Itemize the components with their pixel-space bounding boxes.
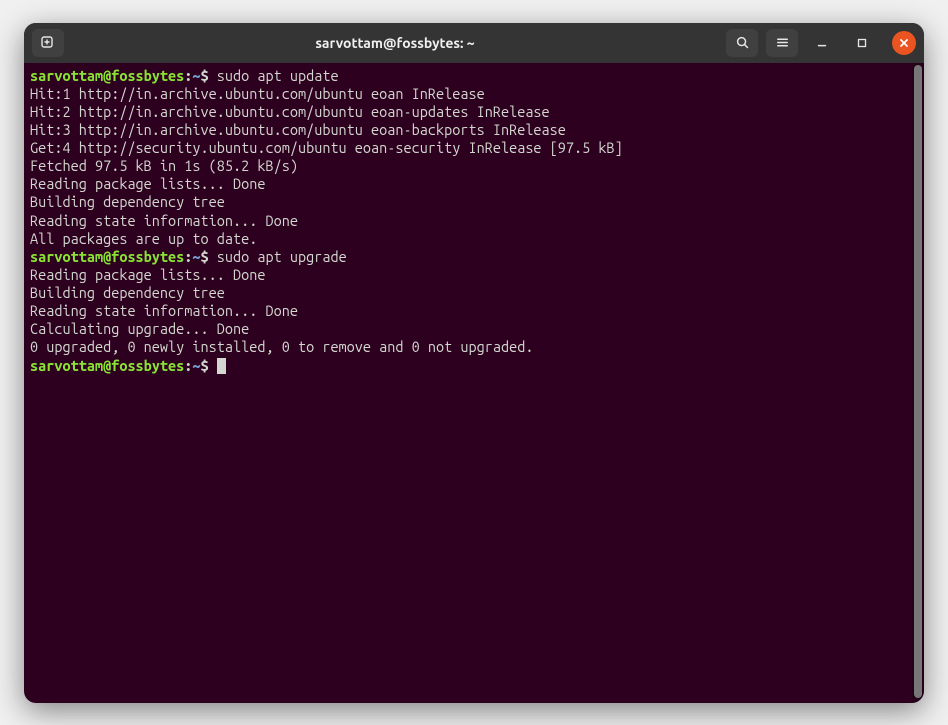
titlebar: sarvottam@fossbytes: ~ — [24, 23, 924, 63]
search-button[interactable] — [726, 29, 758, 57]
output-line: Fetched 97.5 kB in 1s (85.2 kB/s) — [30, 157, 298, 174]
cursor — [217, 358, 226, 374]
scrollbar-thumb[interactable] — [914, 65, 922, 699]
output-line: Building dependency tree — [30, 284, 225, 301]
prompt-user-host: sarvottam@fossbytes — [30, 67, 184, 84]
output-line: Reading state information... Done — [30, 212, 298, 229]
command-2: sudo apt upgrade — [217, 248, 347, 265]
search-icon — [735, 35, 750, 50]
output-line: Calculating upgrade... Done — [30, 320, 249, 337]
output-line: Building dependency tree — [30, 193, 225, 210]
hamburger-icon — [775, 35, 790, 50]
menu-button[interactable] — [766, 29, 798, 57]
output-line: Reading package lists... Done — [30, 266, 265, 283]
terminal-window: sarvottam@fossbytes: ~ — [24, 23, 924, 703]
minimize-button[interactable] — [806, 29, 838, 57]
command-1: sudo apt update — [217, 67, 339, 84]
close-button[interactable] — [892, 31, 916, 55]
output-line: Hit:2 http://in.archive.ubuntu.com/ubunt… — [30, 103, 550, 120]
prompt-user-host: sarvottam@fossbytes — [30, 357, 184, 374]
terminal-content-wrap: sarvottam@fossbytes:~$ sudo apt update H… — [24, 63, 924, 703]
output-line: Reading package lists... Done — [30, 175, 265, 192]
terminal-body[interactable]: sarvottam@fossbytes:~$ sudo apt update H… — [24, 63, 912, 703]
prompt-symbol: $ — [201, 67, 209, 84]
new-tab-icon — [40, 35, 56, 51]
prompt-user-host: sarvottam@fossbytes — [30, 248, 184, 265]
new-tab-button[interactable] — [32, 29, 64, 57]
scrollbar[interactable] — [912, 63, 924, 703]
output-line: All packages are up to date. — [30, 230, 257, 247]
maximize-button[interactable] — [846, 29, 878, 57]
window-title: sarvottam@fossbytes: ~ — [64, 35, 726, 51]
output-line: Get:4 http://security.ubuntu.com/ubuntu … — [30, 139, 623, 156]
output-line: Hit:3 http://in.archive.ubuntu.com/ubunt… — [30, 121, 566, 138]
prompt-path: ~ — [192, 67, 200, 84]
close-icon — [898, 37, 910, 49]
output-line: 0 upgraded, 0 newly installed, 0 to remo… — [30, 338, 533, 355]
output-line: Hit:1 http://in.archive.ubuntu.com/ubunt… — [30, 85, 485, 102]
maximize-icon — [855, 36, 869, 50]
prompt-symbol: $ — [201, 248, 209, 265]
prompt-path: ~ — [192, 357, 200, 374]
prompt-symbol: $ — [201, 357, 209, 374]
output-line: Reading state information... Done — [30, 302, 298, 319]
minimize-icon — [815, 36, 829, 50]
prompt-path: ~ — [192, 248, 200, 265]
